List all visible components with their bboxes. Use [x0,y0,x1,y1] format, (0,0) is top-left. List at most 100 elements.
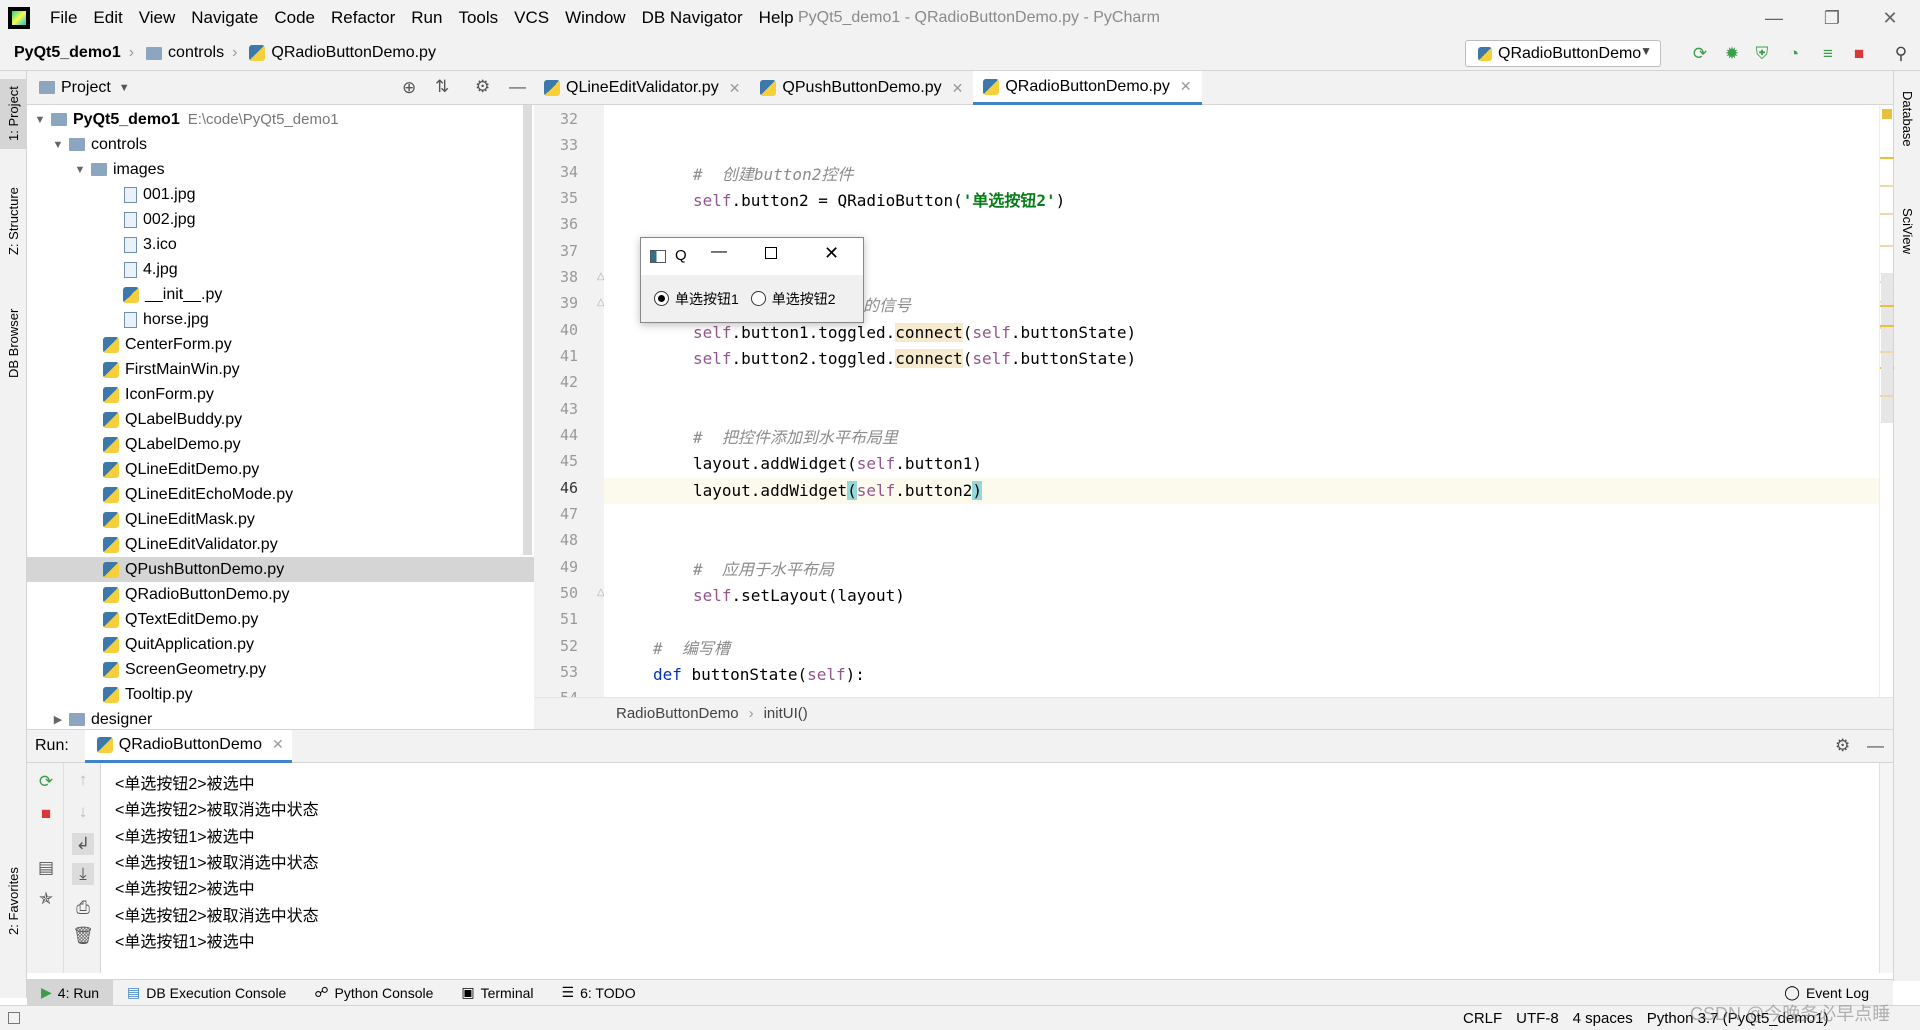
soft-wrap-icon[interactable]: ↲ [72,833,94,855]
console-scrollbar[interactable] [1879,763,1893,973]
tree-item-file[interactable]: QLabelDemo.py [27,432,534,457]
collapse-icon[interactable]: ⇅ [435,77,449,97]
run-tab[interactable]: QRadioButtonDemo ✕ [84,729,292,763]
editor-scrollbar[interactable] [1879,105,1894,697]
radio-button-1[interactable] [654,291,669,306]
project-tool-tab[interactable]: 1: Project [0,79,27,149]
minimize-icon[interactable]: — [1745,0,1803,36]
tree-item-file[interactable]: 3.ico [27,232,534,257]
stripe-mark[interactable] [1880,325,1894,327]
breadcrumb-folder[interactable]: controls [138,44,228,62]
maximize-icon[interactable] [765,247,777,259]
stop-icon[interactable]: ■ [1849,44,1869,64]
dialog-titlebar[interactable]: Q — ✕ [641,238,863,275]
tree-item-file[interactable]: 002.jpg [27,207,534,232]
bottom-tab-run[interactable]: ▶ 4: Run [27,979,114,1006]
fold-icon[interactable]: △ [597,271,604,282]
chevron-down-icon[interactable]: ▼ [119,82,130,94]
tree-item-file[interactable]: 001.jpg [27,182,534,207]
tree-item-file[interactable]: 4.jpg [27,257,534,282]
bottom-tab-terminal[interactable]: ▣ Terminal [447,980,547,1006]
collapse-arrow-icon[interactable]: ▶ [51,713,65,726]
radio-button-2[interactable] [750,291,766,306]
bottom-tab-todo[interactable]: ☰ 6: TODO [548,980,650,1006]
tree-item-file[interactable]: QLineEditEchoMode.py [27,482,534,507]
scroll-thumb[interactable] [1881,273,1893,423]
tab-qpushbuttondemo[interactable]: QPushButtonDemo.py ✕ [750,71,973,105]
close-tab-icon[interactable]: ✕ [1180,78,1192,95]
radio-button-2-label[interactable]: 单选按钮2 [772,289,836,309]
menu-window[interactable]: Window [557,0,633,36]
tree-item-file[interactable]: horse.jpg [27,307,534,332]
fold-icon[interactable]: △ [597,587,604,598]
stripe-mark[interactable] [1880,351,1894,353]
expand-arrow-icon[interactable]: ▼ [73,164,87,176]
fold-icon[interactable]: △ [597,297,604,308]
stripe-mark[interactable] [1880,213,1894,215]
run-console-output[interactable]: <单选按钮2>被选中 <单选按钮2>被取消选中状态 <单选按钮1>被选中 <单选… [101,763,1879,973]
menu-view[interactable]: View [131,0,184,36]
tree-item-file[interactable]: QLineEditMask.py [27,507,534,532]
tree-item-file[interactable]: QLabelBuddy.py [27,407,534,432]
hide-icon[interactable]: — [1867,736,1884,756]
menu-file[interactable]: File [42,0,85,36]
menu-code[interactable]: Code [266,0,323,36]
rerun-icon[interactable]: ⟳ [1690,44,1710,64]
tree-item-designer[interactable]: ▶ designer [27,707,534,729]
menu-run[interactable]: Run [403,0,450,36]
sciview-tool-tab[interactable]: SciView [1894,191,1920,271]
tree-item-file[interactable]: __init__.py [27,282,534,307]
menu-tools[interactable]: Tools [450,0,506,36]
arrow-down-icon[interactable]: ↓ [72,801,94,823]
tree-item-images[interactable]: ▼ images [27,157,534,182]
tree-item-file[interactable]: FirstMainWin.py [27,357,534,382]
stripe-mark[interactable] [1880,185,1894,187]
hide-icon[interactable]: — [509,77,526,97]
bottom-tab-python-console[interactable]: ☍ Python Console [300,980,447,1006]
menu-refactor[interactable]: Refactor [323,0,403,36]
tree-item-file-selected[interactable]: QPushButtonDemo.py [27,557,534,582]
scroll-to-end-icon[interactable]: ⤓ [72,863,94,885]
menu-help[interactable]: Help [751,0,802,36]
breadcrumb-project[interactable]: PyQt5_demo1 [0,44,125,62]
pin-icon[interactable]: ✯ [35,888,57,910]
menu-db-navigator[interactable]: DB Navigator [634,0,751,36]
breadcrumb-class[interactable]: RadioButtonDemo [616,705,739,722]
minimize-icon[interactable]: — [711,243,727,261]
locate-icon[interactable]: ⊕ [402,78,416,98]
tree-item-file[interactable]: ScreenGeometry.py [27,657,534,682]
close-tab-icon[interactable]: ✕ [729,80,741,97]
arrow-up-icon[interactable]: ↑ [72,769,94,791]
gear-icon[interactable]: ⚙ [475,77,490,97]
run-config-select[interactable]: QRadioButtonDemo ▼ [1465,40,1661,67]
tab-qlineeditvalidator[interactable]: QLineEditValidator.py ✕ [534,71,750,105]
print-icon[interactable]: ⎙ [72,897,94,919]
breadcrumb-file[interactable]: QRadioButtonDemo.py [241,44,440,62]
tree-item-file[interactable]: CenterForm.py [27,332,534,357]
tab-qradiobuttondemo[interactable]: QRadioButtonDemo.py ✕ [973,71,1202,105]
stripe-mark[interactable] [1880,245,1894,247]
tree-item-controls[interactable]: ▼ controls [27,132,534,157]
warning-indicator-icon[interactable] [1882,109,1892,119]
close-icon[interactable]: ✕ [824,243,839,264]
gear-icon[interactable]: ⚙ [1835,736,1850,756]
radio-button-1-label[interactable]: 单选按钮1 [675,289,739,309]
project-panel-title[interactable]: Project [61,79,111,97]
expand-arrow-icon[interactable]: ▼ [33,114,47,126]
trash-icon[interactable]: 🗑 [72,925,94,947]
toggle-tool-windows-icon[interactable] [8,1012,20,1024]
tree-item-file[interactable]: QTextEditDemo.py [27,607,534,632]
code-editor[interactable]: # 创建button2控件 self.button2 = QRadioButto… [604,105,1879,697]
stop-icon[interactable]: ■ [35,803,57,825]
favorites-tool-tab[interactable]: 2: Favorites [0,861,27,941]
expand-arrow-icon[interactable]: ▼ [51,139,65,151]
stripe-mark[interactable] [1880,305,1894,307]
tree-scrollbar[interactable] [523,105,532,555]
search-icon[interactable]: ⚲ [1891,44,1911,64]
close-tab-icon[interactable]: ✕ [272,736,284,753]
tree-item-file[interactable]: QRadioButtonDemo.py [27,582,534,607]
close-icon[interactable]: ✕ [1861,0,1919,36]
menu-vcs[interactable]: VCS [506,0,557,36]
run-concurrency-icon[interactable]: ≡ [1818,44,1838,64]
rerun-icon[interactable]: ⟳ [35,771,57,793]
